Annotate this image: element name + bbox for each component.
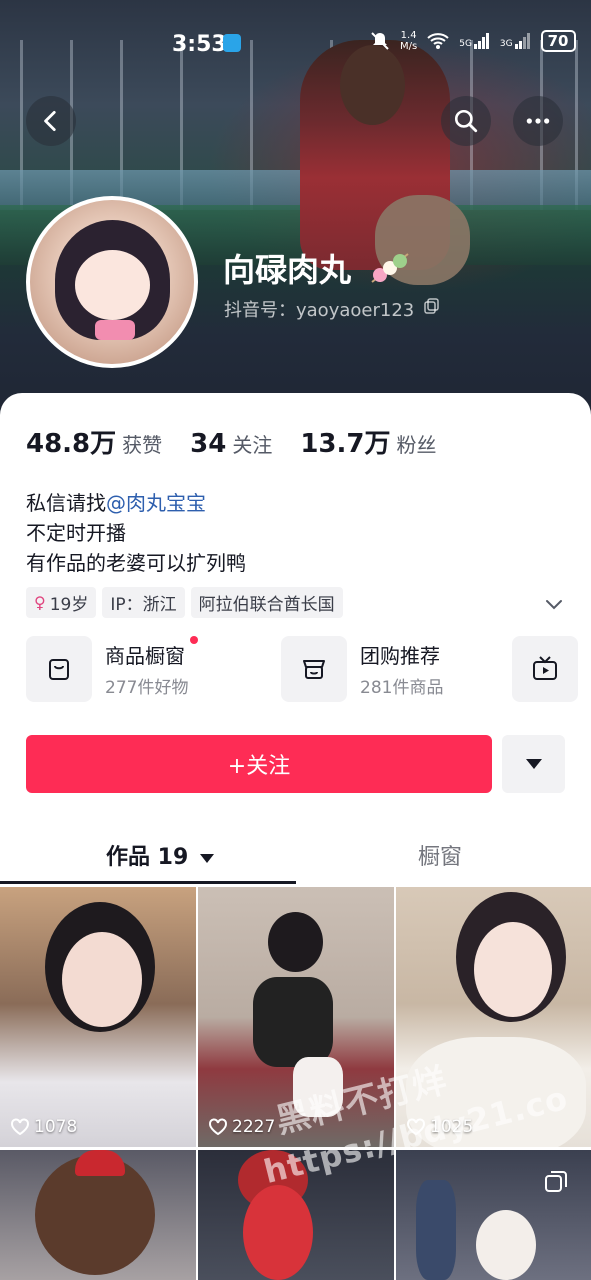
video-thumbnail[interactable]: 1078: [0, 887, 196, 1147]
back-button[interactable]: [26, 96, 76, 146]
profile-tabs: 作品 19 橱窗: [0, 825, 591, 885]
app-notification-icon: [223, 34, 241, 52]
chevron-down-icon[interactable]: [543, 593, 565, 615]
more-options-button[interactable]: [513, 96, 563, 146]
like-count: 1078: [10, 1117, 77, 1137]
profile-tags: ♀ 19岁 IP：浙江 阿拉伯联合酋长国: [26, 587, 343, 618]
product-showcase-entry[interactable]: 商品橱窗 277件好物: [26, 636, 199, 702]
female-icon: ♀: [34, 593, 46, 612]
battery-indicator: 70: [540, 30, 576, 52]
profile-name: 向碌肉丸: [223, 251, 352, 289]
tab-works[interactable]: 作品 19: [106, 839, 214, 871]
shopping-bag-icon: [49, 659, 69, 680]
like-count: 2227: [208, 1117, 275, 1137]
tv-icon: [533, 656, 557, 680]
tag-ip: IP：浙江: [102, 587, 185, 618]
follow-button[interactable]: +关注: [26, 735, 492, 793]
live-replay-button[interactable]: [512, 636, 578, 702]
tag-age: ♀ 19岁: [26, 587, 97, 618]
search-button[interactable]: [441, 96, 491, 146]
dango-emoji-icon: [371, 253, 409, 283]
bell-muted-icon: [371, 32, 389, 50]
store-icon: [303, 660, 325, 679]
status-time: 3:53: [172, 32, 227, 57]
stat-likes[interactable]: 48.8万 获赞: [26, 423, 162, 460]
bio-mention-link[interactable]: @肉丸宝宝: [106, 491, 206, 515]
douyin-id: 抖音号：yaoyaoer123: [224, 300, 415, 321]
more-dots-icon: [526, 118, 550, 124]
stat-followers[interactable]: 13.7万 粉丝: [300, 423, 436, 460]
wifi-icon: [427, 33, 449, 49]
signal-3g: 3G: [500, 33, 531, 49]
tag-location: 阿拉伯联合酋长国: [190, 587, 343, 618]
copy-icon[interactable]: [424, 298, 440, 314]
search-icon: [454, 109, 478, 133]
caret-down-icon: [525, 759, 542, 769]
notification-dot: [190, 636, 199, 644]
profile-bio: 私信请找@肉丸宝宝 不定时开播 有作品的老婆可以扩列鸭: [26, 491, 246, 575]
heart-icon: [11, 1118, 29, 1136]
signal-5g: 5G: [459, 33, 490, 49]
net-speed: 1.4 M/s: [400, 30, 418, 52]
avatar[interactable]: [26, 196, 198, 368]
status-bar: 3:53 1.4 M/s 5G 3G 70: [0, 0, 591, 88]
multi-image-icon: [545, 1171, 567, 1192]
active-tab-indicator: [0, 881, 296, 884]
video-thumbnail[interactable]: [0, 1150, 196, 1280]
caret-down-icon: [199, 853, 214, 863]
group-buy-entry[interactable]: 团购推荐 281件商品: [281, 636, 443, 702]
follow-options-button[interactable]: [502, 735, 565, 793]
tab-showcase[interactable]: 橱窗: [418, 839, 462, 871]
stat-following[interactable]: 34 关注: [190, 429, 272, 459]
heart-icon: [209, 1118, 227, 1136]
chevron-left-icon: [44, 110, 56, 132]
profile-stats: 48.8万 获赞 34 关注 13.7万 粉丝: [26, 423, 465, 460]
